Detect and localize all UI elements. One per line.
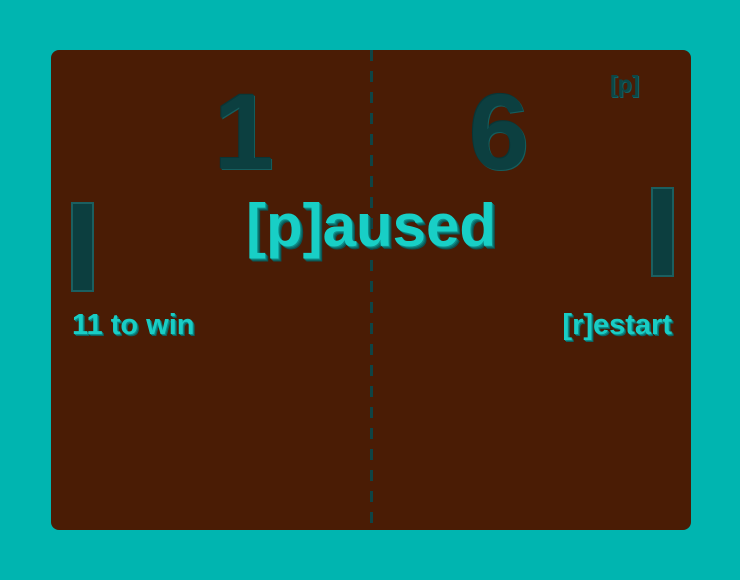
left-score: 1 — [214, 71, 275, 192]
game-board[interactable]: 1 6 [p] [p]aused 11 to win [r]estart — [51, 50, 691, 530]
win-condition-label: 11 to win — [72, 309, 195, 341]
restart-key-hint[interactable]: [r]estart — [562, 311, 672, 340]
center-net — [370, 50, 373, 530]
paused-status: [p]aused — [245, 192, 497, 259]
right-score: 6 — [469, 71, 530, 192]
pause-key-hint[interactable]: [p] — [610, 73, 639, 96]
